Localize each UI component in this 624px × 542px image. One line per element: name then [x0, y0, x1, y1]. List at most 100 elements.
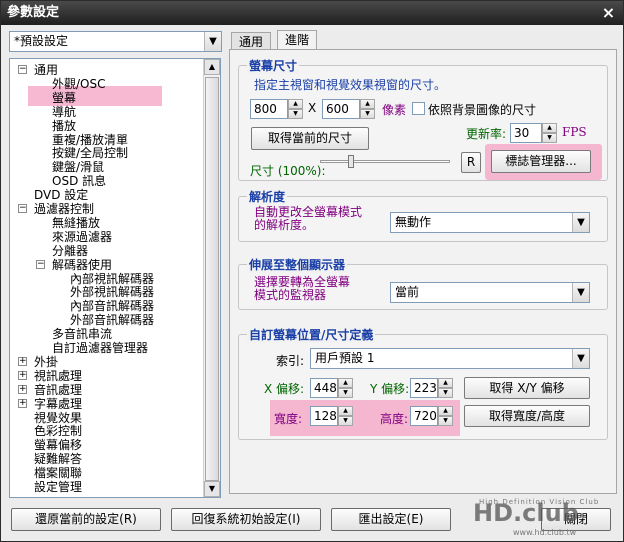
monitor-select[interactable]: 當前 ▼	[390, 282, 590, 303]
tree-item[interactable]: 過濾器控制	[34, 202, 94, 216]
collapse-icon[interactable]: −	[18, 65, 27, 74]
tree-item[interactable]: 來源過濾器	[52, 230, 112, 244]
reset-defaults-button[interactable]: 回復系統初始設定(I)	[171, 508, 321, 531]
tree-item[interactable]: 視覺效果	[34, 411, 82, 425]
x-offset-field[interactable]: 448	[310, 378, 338, 398]
custom-height-stepper[interactable]: ▲ ▼	[438, 406, 453, 426]
resolution-select[interactable]: 無動作 ▼	[390, 212, 590, 233]
tree-item[interactable]: 播放	[52, 119, 76, 133]
monitor-value: 當前	[395, 285, 420, 299]
tree-item[interactable]: 螢幕偏移	[34, 438, 82, 452]
width-field[interactable]: 800	[250, 99, 288, 119]
watermark-url: www.hd.club.tw	[513, 528, 577, 537]
expand-icon[interactable]: +	[18, 384, 27, 394]
tree-item[interactable]: 外觀/OSC	[52, 77, 106, 91]
index-label: 索引:	[276, 354, 305, 368]
tree-item[interactable]: 疑難解答	[34, 452, 82, 466]
custom-width-field[interactable]: 1280	[310, 406, 338, 426]
resolution-desc: 自動更改全螢幕模式 的解析度。	[254, 206, 362, 232]
tab-panel: 螢幕尺寸 指定主視窗和視覺效果視窗的尺寸。 800 ▲ ▼ X 600 ▲ ▼ 像素…	[229, 49, 617, 494]
tree-item[interactable]: 多音訊串流	[52, 327, 112, 341]
refresh-stepper[interactable]: ▲ ▼	[542, 123, 557, 143]
tree-item[interactable]: 色彩控制	[34, 424, 82, 438]
height-stepper[interactable]: ▲ ▼	[360, 99, 375, 119]
x-offset-stepper[interactable]: ▲ ▼	[338, 378, 353, 398]
tree-scrollbar[interactable]: ▲ ▼	[203, 59, 220, 497]
tree-item[interactable]: 重複/播放清單	[52, 133, 128, 147]
tab-advanced[interactable]: 進階	[277, 30, 318, 51]
tree-item[interactable]: 分離器	[52, 244, 88, 258]
expand-icon[interactable]: +	[18, 356, 27, 366]
tree-item[interactable]: 無縫播放	[52, 216, 100, 230]
close-icon[interactable]: ×	[600, 4, 617, 21]
scroll-thumb[interactable]	[205, 77, 219, 481]
width-label: 寬度:	[274, 412, 303, 426]
scroll-up-icon[interactable]: ▲	[204, 59, 220, 75]
tree-item[interactable]: 視訊處理	[34, 369, 82, 383]
expand-icon[interactable]: +	[18, 398, 27, 408]
get-size-button[interactable]: 取得當前的尺寸	[251, 127, 369, 150]
get-xy-button[interactable]: 取得 X/Y 偏移	[464, 377, 590, 399]
chevron-down-icon[interactable]: ▼	[572, 283, 589, 302]
follow-bg-checkbox[interactable]	[412, 102, 425, 115]
reset-scale-button[interactable]: R	[461, 152, 481, 173]
follow-bg-label: 依照背景圖像的尺寸	[428, 103, 537, 117]
tree-item[interactable]: 外部視訊解碼器	[70, 285, 154, 299]
scroll-down-icon[interactable]: ▼	[204, 481, 220, 497]
y-offset-field[interactable]: 223	[410, 378, 438, 398]
width-stepper[interactable]: ▲ ▼	[288, 99, 303, 119]
tree-item[interactable]: 外掛	[34, 355, 58, 369]
window-title: 參數設定	[7, 5, 60, 20]
tree-item[interactable]: 解碼器使用	[52, 258, 112, 272]
stretch-title: 伸展至整個顯示器	[247, 256, 348, 273]
scale-label: 尺寸 (100%):	[250, 164, 326, 178]
collapse-icon[interactable]: −	[18, 204, 27, 213]
tree-item[interactable]: 按鍵/全局控制	[52, 146, 128, 160]
tree-item[interactable]: 通用	[34, 63, 58, 77]
custom-title: 自訂螢幕位置/尺寸定義	[247, 326, 376, 343]
resolution-desc-line2: 的解析度。	[254, 218, 315, 232]
tree-item[interactable]: 音訊處理	[34, 383, 82, 397]
collapse-icon[interactable]: −	[36, 259, 45, 269]
screen-size-desc: 指定主視窗和視覺效果視窗的尺寸。	[254, 78, 447, 92]
custom-height-field[interactable]: 720	[410, 406, 438, 426]
export-button[interactable]: 匯出設定(E)	[331, 508, 451, 531]
tree-item[interactable]: 鍵盤/滑鼠	[52, 160, 104, 174]
tree-item[interactable]: 螢幕	[52, 91, 76, 105]
tree-item[interactable]: 外部音訊解碼器	[70, 313, 154, 327]
tree-item[interactable]: 檔案關聯	[34, 466, 82, 480]
times-label: X	[308, 101, 317, 115]
watermark-logo: HD.club	[473, 499, 579, 527]
title-bar: 參數設定 ×	[1, 1, 623, 25]
restore-button[interactable]: 還原當前的設定(R)	[11, 508, 161, 531]
tree-item[interactable]: 內部視訊解碼器	[70, 272, 154, 286]
chevron-down-icon[interactable]: ▼	[572, 213, 589, 232]
preset-select[interactable]: *預設設定 ▼	[9, 31, 222, 52]
tree-item[interactable]: OSD 訊息	[52, 174, 106, 188]
index-select[interactable]: 用戶預設 1 ▼	[310, 348, 590, 369]
tree-item[interactable]: 設定管理	[34, 480, 82, 494]
chevron-down-icon[interactable]: ▼	[204, 32, 221, 51]
height-field[interactable]: 600	[322, 99, 360, 119]
expand-icon[interactable]: +	[18, 370, 27, 380]
chevron-down-icon[interactable]: ▼	[572, 349, 589, 368]
tree-item[interactable]: DVD 設定	[34, 188, 88, 202]
height-label: 高度:	[380, 412, 409, 426]
tree-item[interactable]: 導航	[52, 105, 76, 119]
refresh-field[interactable]: 30	[510, 123, 542, 143]
screen-size-title: 螢幕尺寸	[247, 57, 300, 74]
get-wh-button[interactable]: 取得寬度/高度	[464, 405, 590, 427]
custom-width-stepper[interactable]: ▲ ▼	[338, 406, 353, 426]
y-offset-stepper[interactable]: ▲ ▼	[438, 378, 453, 398]
settings-tree[interactable]: − 通用 外觀/OSC 螢幕 導航 播放 重複/播放清單 按鍵/全局控制 鍵盤/滑鼠 OSD 訊息…	[9, 58, 221, 498]
tree-item[interactable]: 內部音訊解碼器	[70, 299, 154, 313]
label-manager-button[interactable]: 標誌管理器...	[491, 150, 591, 173]
scale-slider-thumb[interactable]	[348, 155, 354, 168]
scale-slider[interactable]	[320, 160, 450, 163]
stretch-desc-line2: 模式的監視器	[254, 288, 327, 302]
settings-window: 參數設定 × *預設設定 ▼ − 通用 外觀/OSC 螢幕 導航 播放 重複/播放清單 按鍵/…	[0, 0, 624, 542]
resolution-value: 無動作	[395, 215, 432, 229]
preset-value: *預設設定	[14, 34, 69, 48]
tree-item[interactable]: 自訂過濾器管理器	[52, 341, 148, 355]
tree-item[interactable]: 字幕處理	[34, 397, 82, 411]
